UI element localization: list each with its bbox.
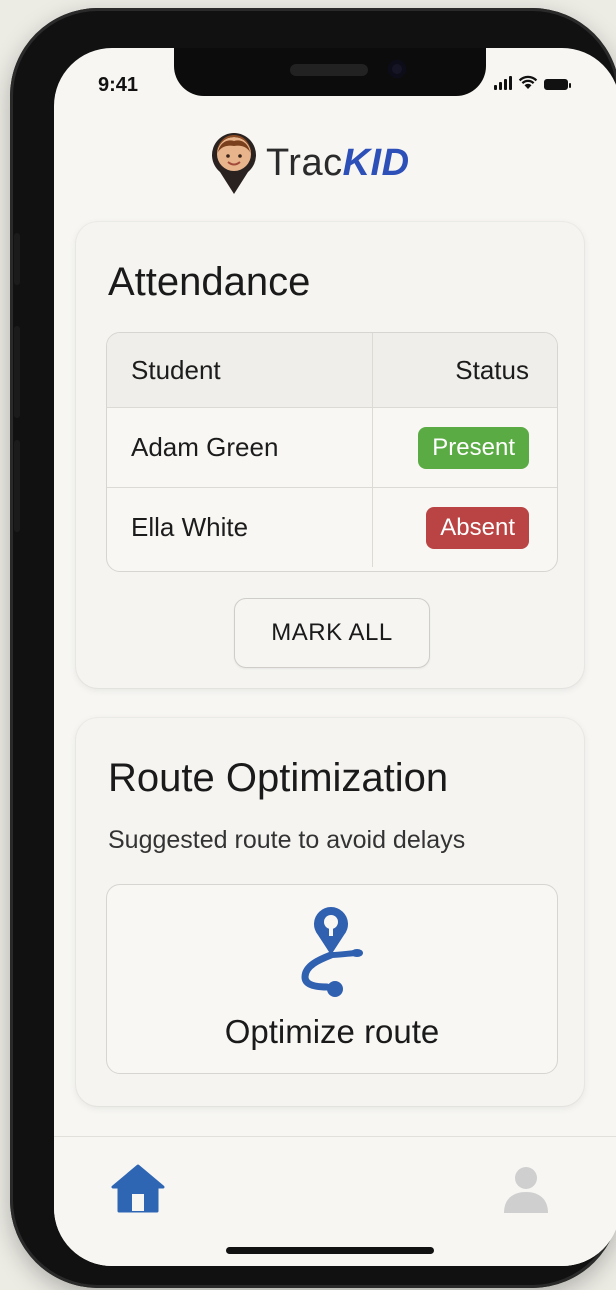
home-indicator bbox=[226, 1247, 434, 1254]
mark-all-button[interactable]: MARK ALL bbox=[234, 598, 430, 668]
status-icons bbox=[494, 75, 571, 90]
table-row[interactable]: Adam Green Present bbox=[107, 408, 557, 488]
status-time: 9:41 bbox=[98, 74, 139, 96]
phone-frame: 9:41 TracKID Attendance Student Status A… bbox=[10, 8, 616, 1288]
attendance-card: Attendance Student Status Adam Green Pre… bbox=[76, 222, 584, 688]
status-badge-present[interactable]: Present bbox=[418, 426, 529, 469]
route-title: Route Optimization bbox=[108, 756, 449, 800]
attendance-title: Attendance bbox=[108, 260, 311, 304]
table-header-row: Student Status bbox=[107, 333, 557, 408]
volume-down-button bbox=[14, 440, 20, 532]
column-header-status: Status bbox=[455, 354, 529, 385]
app-name: TracKID bbox=[266, 141, 410, 184]
status-cell: Absent bbox=[373, 488, 557, 567]
route-subtitle: Suggested route to avoid delays bbox=[108, 826, 466, 854]
route-card: Route Optimization Suggested route to av… bbox=[76, 718, 584, 1106]
table-row[interactable]: Ella White Absent bbox=[107, 488, 557, 567]
wifi-icon bbox=[518, 75, 538, 89]
speaker-grille bbox=[290, 64, 368, 76]
student-name: Ella White bbox=[107, 488, 373, 567]
optimize-route-button[interactable]: Optimize route bbox=[106, 884, 558, 1074]
battery-icon bbox=[544, 79, 571, 90]
attendance-table: Student Status Adam Green Present Ella W… bbox=[106, 332, 558, 572]
nav-profile-button[interactable] bbox=[502, 1165, 550, 1219]
notch bbox=[174, 48, 486, 96]
home-icon bbox=[111, 1164, 165, 1213]
front-camera bbox=[388, 60, 406, 78]
screen: 9:41 TracKID Attendance Student Status A… bbox=[54, 48, 616, 1266]
bottom-nav bbox=[54, 1136, 616, 1266]
profile-icon bbox=[504, 1167, 548, 1213]
mute-switch bbox=[14, 233, 20, 285]
signal-icon bbox=[494, 76, 512, 90]
nav-home-button[interactable] bbox=[110, 1163, 166, 1219]
status-cell: Present bbox=[373, 408, 557, 487]
route-icon bbox=[301, 907, 363, 997]
student-name: Adam Green bbox=[107, 408, 373, 487]
volume-up-button bbox=[14, 326, 20, 418]
status-badge-absent[interactable]: Absent bbox=[426, 506, 529, 549]
column-header-student: Student bbox=[107, 333, 373, 407]
optimize-route-label: Optimize route bbox=[224, 1013, 440, 1050]
app-logo: TracKID bbox=[208, 130, 410, 196]
child-pin-icon bbox=[212, 133, 256, 194]
